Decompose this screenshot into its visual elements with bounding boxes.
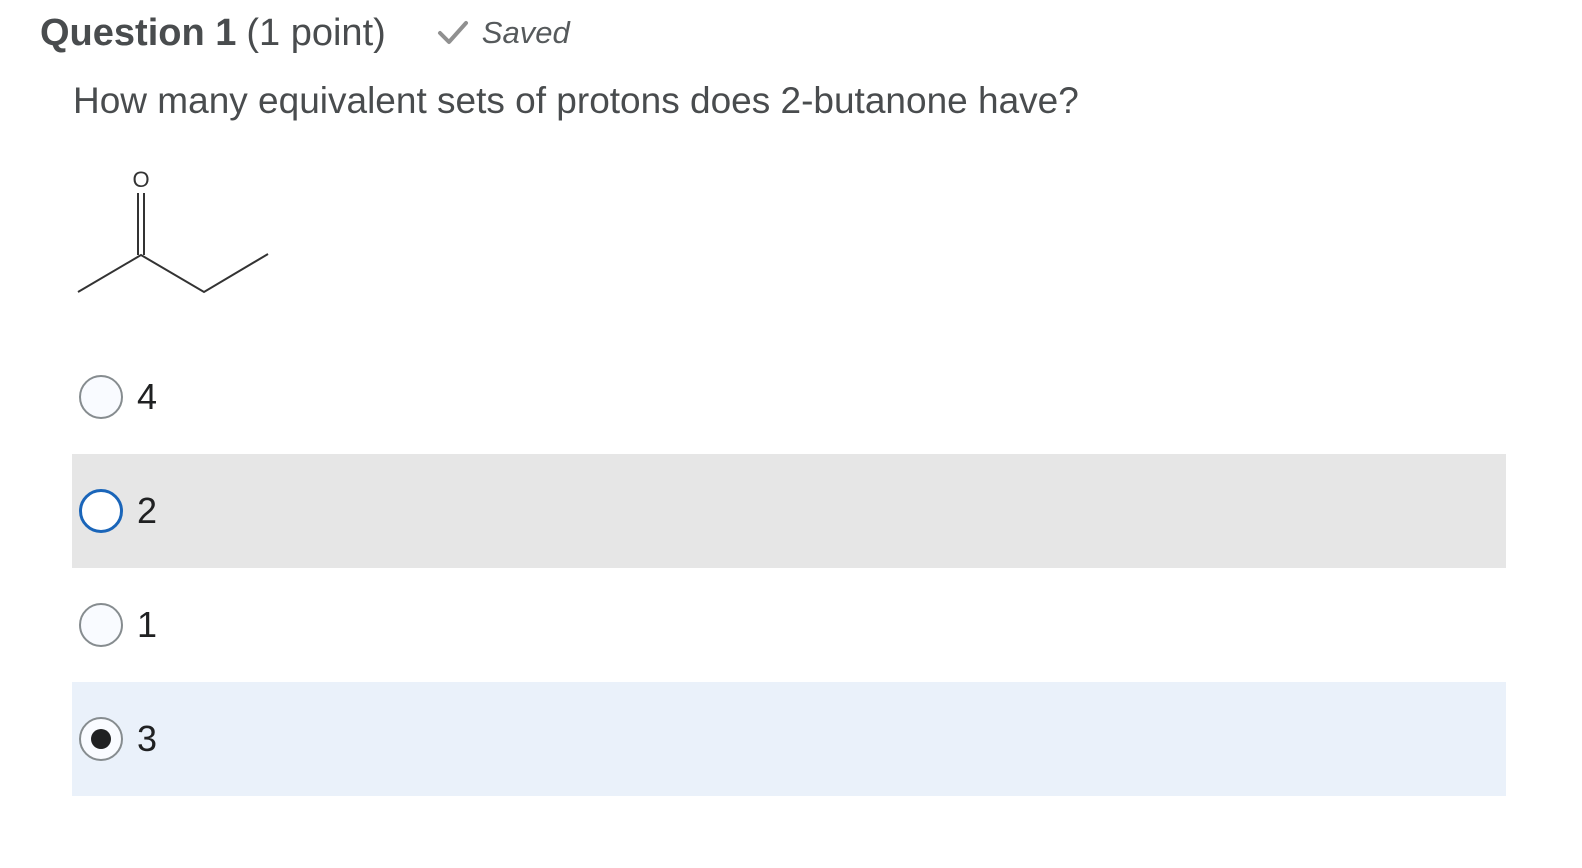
- oxygen-atom-label: O: [132, 167, 149, 192]
- question-text: How many equivalent sets of protons does…: [73, 80, 1079, 121]
- radio-button[interactable]: [79, 375, 123, 419]
- saved-status: Saved: [436, 15, 570, 51]
- answer-options: 4 2 1 3: [72, 340, 1506, 796]
- saved-text: Saved: [481, 15, 570, 50]
- answer-option-2[interactable]: 2: [72, 454, 1506, 568]
- answer-option-3[interactable]: 1: [72, 568, 1506, 682]
- answer-label: 3: [137, 718, 158, 759]
- answer-option-1[interactable]: 4: [72, 340, 1506, 454]
- question-header: Question 1 (1 point) Saved: [40, 8, 570, 58]
- answer-option-4[interactable]: 3: [72, 682, 1506, 796]
- question-title: Question 1: [40, 11, 237, 54]
- radio-button[interactable]: [79, 603, 123, 647]
- answer-label: 4: [137, 376, 158, 417]
- question-points: (1 point): [246, 11, 386, 54]
- answer-label: 1: [137, 604, 158, 645]
- radio-button[interactable]: [79, 489, 123, 533]
- 2-butanone-structure: O: [72, 160, 282, 305]
- quiz-page: Question 1 (1 point) Saved How many equi…: [0, 0, 1582, 868]
- check-icon: [436, 18, 470, 48]
- answer-label: 2: [137, 490, 158, 531]
- radio-button-selected[interactable]: [79, 717, 123, 761]
